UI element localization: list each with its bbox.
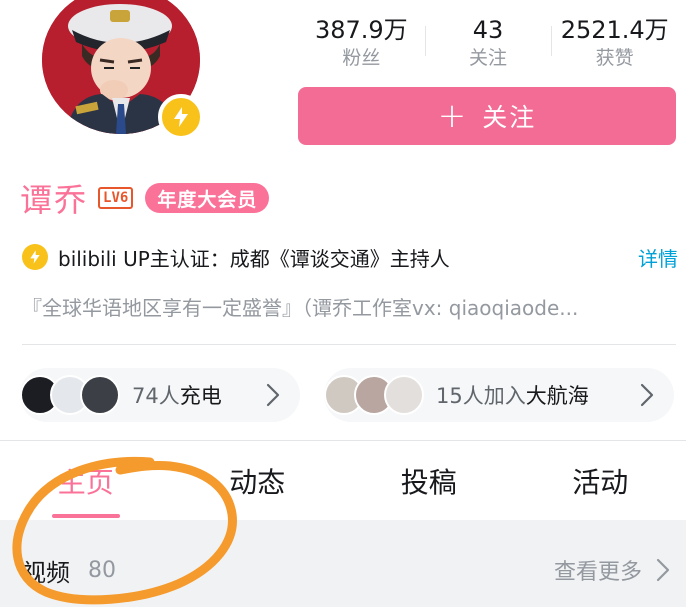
tab-uploads[interactable]: 投稿 (343, 452, 515, 520)
certification-text: bilibili UP主认证：成都《谭谈交通》主持人 (58, 246, 450, 271)
tab-activities[interactable]: 活动 (515, 452, 686, 520)
chevron-right-icon (656, 558, 670, 582)
profile-tabs: 主页 动态 投稿 活动 (0, 452, 686, 520)
stat-fans[interactable]: 387.9万 粉丝 (298, 14, 425, 76)
crew-member-avatars (324, 375, 424, 415)
plus-icon: + (437, 96, 467, 136)
stat-value: 43 (472, 16, 504, 44)
level-badge: LV6 (98, 187, 134, 209)
video-section-header: 视频 80 查看更多 (22, 552, 670, 588)
signature[interactable]: 『全球华语地区享有一定盛誉』（谭乔工作室vx: qiaoqiaode... (22, 292, 672, 321)
charge-text: 74人充电 (132, 384, 222, 408)
stat-label: 获赞 (595, 47, 634, 69)
stat-label: 粉丝 (342, 47, 381, 69)
stat-likes[interactable]: 2521.4万 获赞 (551, 14, 678, 76)
follow-button[interactable]: + 关注 (298, 87, 676, 145)
avatar (80, 375, 120, 415)
lightning-icon (22, 244, 48, 270)
stat-value: 387.9万 (314, 16, 408, 44)
crew-text: 15人加入大航海 (436, 384, 589, 408)
charge-supporter-avatars (20, 375, 120, 415)
stat-label: 关注 (469, 47, 508, 69)
charge-button[interactable]: 74人充电 (20, 368, 300, 422)
crew-button[interactable]: 15人加入大航海 (324, 368, 674, 422)
tab-dynamics[interactable]: 动态 (172, 452, 344, 520)
lightning-icon (174, 107, 188, 127)
stat-value: 2521.4万 (560, 16, 669, 44)
video-count: 80 (88, 557, 116, 583)
profile-avatar-block[interactable] (42, 0, 204, 140)
avatar (384, 375, 424, 415)
username: 谭乔 (20, 181, 89, 219)
profile-stats: 387.9万 粉丝 43 关注 2521.4万 获赞 (298, 14, 678, 76)
divider (22, 344, 676, 345)
stat-following[interactable]: 43 关注 (424, 14, 552, 76)
certification-detail-link[interactable]: 详情 (638, 243, 678, 272)
certification-row: bilibili UP主认证：成都《谭谈交通》主持人 详情 (22, 242, 678, 272)
section-divider (0, 440, 686, 441)
vip-badge[interactable]: 年度大会员 (145, 183, 270, 213)
tab-home[interactable]: 主页 (0, 452, 172, 520)
see-more-link[interactable]: 查看更多 (554, 554, 670, 586)
see-more-label: 查看更多 (553, 560, 642, 585)
video-section: 视频 80 查看更多 (0, 520, 686, 607)
follow-button-label: 关注 (482, 103, 537, 132)
video-section-title: 视频 (22, 558, 70, 587)
name-row: 谭乔 LV6 年度大会员 (20, 176, 270, 220)
verified-badge (158, 94, 204, 140)
chevron-right-icon (266, 383, 280, 407)
chevron-right-icon (640, 383, 654, 407)
